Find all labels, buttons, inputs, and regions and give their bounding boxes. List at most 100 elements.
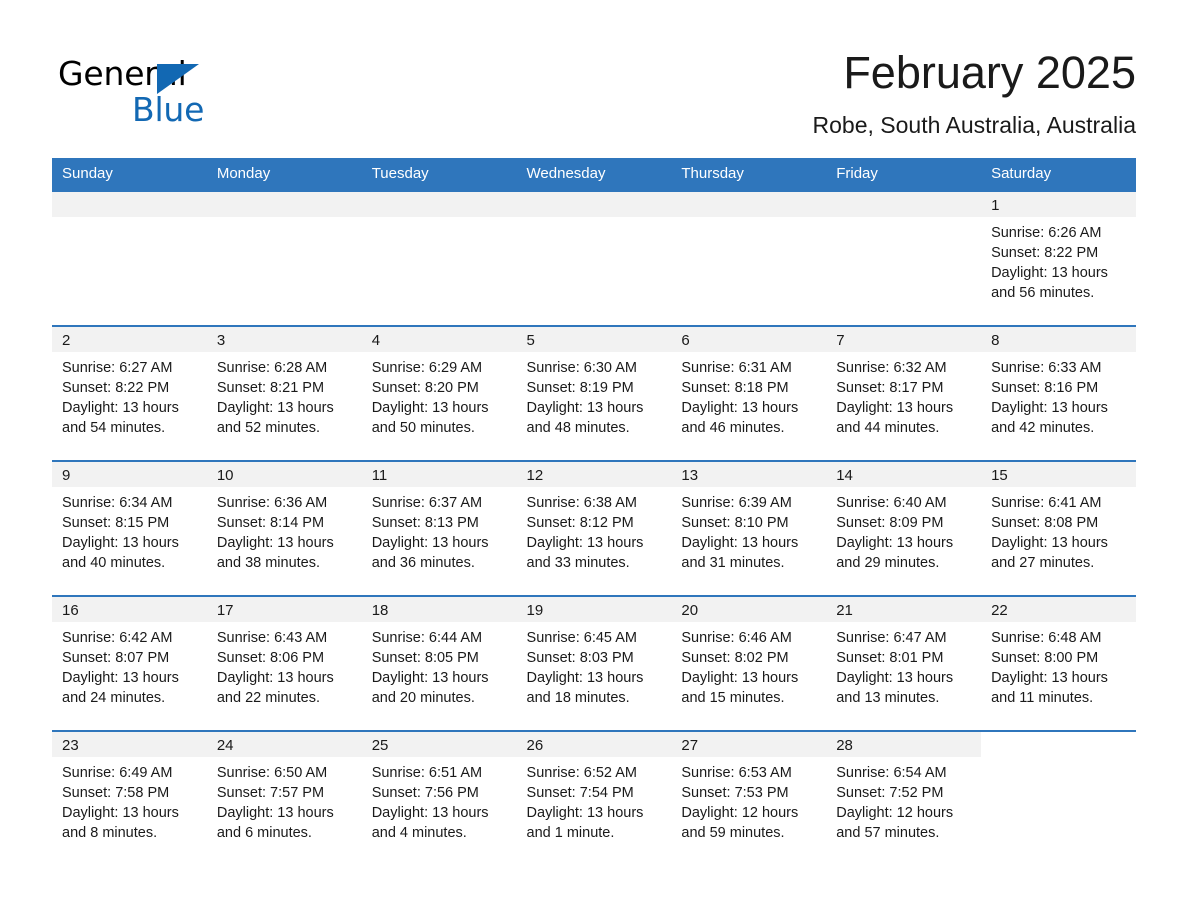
sunrise-time: Sunrise: 6:48 AM (991, 630, 1102, 646)
sunset-time: Sunset: 7:56 PM (371, 785, 479, 801)
calendar-day-cell-empty (52, 190, 207, 326)
day-number: 12 (516, 462, 672, 487)
daylight-duration-line1: Daylight: 13 hours (526, 400, 644, 416)
weekday-header-thursday: Thursday (671, 158, 827, 191)
day-cell-inner: 22 Sunrise: 6:48 AM Sunset: 8:00 PM Dayligh… (981, 597, 1136, 730)
daylight-duration-line1: Daylight: 13 hours (991, 400, 1108, 416)
sunrise-time: Sunrise: 6:30 AM (526, 360, 637, 376)
calendar-week-row: 23 Sunrise: 6:49 AM Sunset: 7:58 PM Dayligh… (52, 730, 1136, 866)
day-cell-inner: 9 Sunrise: 6:34 AM Sunset: 8:15 PM Daylight… (52, 462, 207, 595)
day-number: 14 (826, 462, 982, 487)
daylight-duration-line1: Daylight: 13 hours (991, 670, 1108, 686)
calendar-day-cell[interactable]: 18 Sunrise: 6:44 AM Sunset: 8:05 PM Dayligh… (361, 595, 517, 731)
calendar-day-cell[interactable]: 13 Sunrise: 6:39 AM Sunset: 8:10 PM Dayligh… (671, 460, 827, 596)
calendar-day-cell[interactable]: 20 Sunrise: 6:46 AM Sunset: 8:02 PM Dayligh… (671, 595, 827, 731)
daylight-duration-line2: and 44 minutes. (836, 420, 940, 436)
day-cell-inner: 25 Sunrise: 6:51 AM Sunset: 7:56 PM Dayligh… (361, 732, 517, 866)
daylight-duration-line1: Daylight: 13 hours (62, 670, 179, 686)
day-cell-inner: 2 Sunrise: 6:27 AM Sunset: 8:22 PM Daylight… (52, 327, 207, 460)
sunset-time: Sunset: 8:14 PM (216, 515, 325, 531)
sunrise-time: Sunrise: 6:32 AM (836, 360, 947, 376)
day-sun-info: Sunrise: 6:34 AM Sunset: 8:15 PM Daylight:… (52, 487, 207, 573)
daylight-duration-line1: Daylight: 12 hours (681, 805, 799, 821)
day-sun-info: Sunrise: 6:36 AM Sunset: 8:14 PM Daylight:… (207, 487, 362, 573)
day-cell-inner: 3 Sunrise: 6:28 AM Sunset: 8:21 PM Daylight… (206, 327, 362, 460)
calendar-day-cell[interactable]: 14 Sunrise: 6:40 AM Sunset: 8:09 PM Dayligh… (826, 460, 982, 596)
day-number: 15 (981, 462, 1136, 487)
calendar-day-cell[interactable]: 24 Sunrise: 6:50 AM Sunset: 7:57 PM Dayligh… (206, 730, 362, 866)
day-sun-info: Sunrise: 6:38 AM Sunset: 8:12 PM Daylight:… (517, 487, 672, 573)
daylight-duration-line1: Daylight: 13 hours (62, 535, 179, 551)
calendar-day-cell[interactable]: 10 Sunrise: 6:36 AM Sunset: 8:14 PM Dayligh… (206, 460, 362, 596)
day-cell-inner: 26 Sunrise: 6:52 AM Sunset: 7:54 PM Dayligh… (516, 732, 672, 866)
calendar-day-cell[interactable]: 26 Sunrise: 6:52 AM Sunset: 7:54 PM Dayligh… (516, 730, 672, 866)
day-number: 10 (206, 462, 362, 487)
day-cell-inner: 14 Sunrise: 6:40 AM Sunset: 8:09 PM Dayligh… (826, 462, 982, 595)
sunset-time: Sunset: 8:18 PM (681, 380, 789, 396)
day-sun-info: Sunrise: 6:50 AM Sunset: 7:57 PM Daylight:… (207, 757, 362, 843)
day-number: 1 (981, 192, 1136, 217)
sunset-time: Sunset: 8:22 PM (991, 245, 1099, 261)
daylight-duration-line1: Daylight: 13 hours (371, 535, 489, 551)
daylight-duration-line1: Daylight: 13 hours (991, 265, 1108, 281)
calendar-day-cell[interactable]: 12 Sunrise: 6:38 AM Sunset: 8:12 PM Dayligh… (516, 460, 672, 596)
calendar-day-cell[interactable]: 16 Sunrise: 6:42 AM Sunset: 8:07 PM Dayligh… (52, 595, 207, 731)
calendar-day-cell[interactable]: 8 Sunrise: 6:33 AM Sunset: 8:16 PM Daylight… (981, 325, 1136, 461)
sunrise-time: Sunrise: 6:26 AM (991, 225, 1102, 241)
calendar-day-cell[interactable]: 15 Sunrise: 6:41 AM Sunset: 8:08 PM Dayligh… (981, 460, 1136, 596)
sunrise-time: Sunrise: 6:47 AM (836, 630, 947, 646)
sunset-time: Sunset: 8:05 PM (371, 650, 479, 666)
calendar-day-cell[interactable]: 27 Sunrise: 6:53 AM Sunset: 7:53 PM Dayligh… (671, 730, 827, 866)
calendar-day-cell[interactable]: 17 Sunrise: 6:43 AM Sunset: 8:06 PM Dayligh… (206, 595, 362, 731)
day-number: 2 (52, 327, 207, 352)
calendar-day-cell[interactable]: 3 Sunrise: 6:28 AM Sunset: 8:21 PM Daylight… (206, 325, 362, 461)
calendar-day-cell[interactable]: 5 Sunrise: 6:30 AM Sunset: 8:19 PM Daylight… (516, 325, 672, 461)
weekday-header-friday: Friday (826, 158, 982, 191)
sunset-time: Sunset: 8:15 PM (62, 515, 170, 531)
day-sun-info: Sunrise: 6:28 AM Sunset: 8:21 PM Daylight:… (207, 352, 362, 438)
calendar-day-cell[interactable]: 19 Sunrise: 6:45 AM Sunset: 8:03 PM Dayligh… (516, 595, 672, 731)
sunrise-sunset-calendar: Sunday Monday Tuesday Wednesday Thursday Frid… (52, 158, 1136, 866)
day-number: 20 (671, 597, 827, 622)
calendar-day-cell[interactable]: 23 Sunrise: 6:49 AM Sunset: 7:58 PM Dayligh… (52, 730, 207, 866)
weekday-header-sunday: Sunday (52, 158, 207, 191)
day-sun-info: Sunrise: 6:40 AM Sunset: 8:09 PM Daylight:… (826, 487, 981, 573)
calendar-day-cell[interactable]: 4 Sunrise: 6:29 AM Sunset: 8:20 PM Daylight… (361, 325, 517, 461)
generalblue-logo[interactable]: General Blue (58, 54, 258, 129)
day-number: 24 (206, 732, 362, 757)
calendar-day-cell[interactable]: 28 Sunrise: 6:54 AM Sunset: 7:52 PM Dayligh… (826, 730, 982, 866)
calendar-day-cell-empty (671, 190, 827, 326)
calendar-week-row: 16 Sunrise: 6:42 AM Sunset: 8:07 PM Dayligh… (52, 595, 1136, 731)
day-sun-info: Sunrise: 6:42 AM Sunset: 8:07 PM Daylight:… (52, 622, 207, 708)
sunrise-time: Sunrise: 6:46 AM (681, 630, 792, 646)
calendar-day-cell[interactable]: 6 Sunrise: 6:31 AM Sunset: 8:18 PM Daylight… (671, 325, 827, 461)
calendar-day-cell[interactable]: 21 Sunrise: 6:47 AM Sunset: 8:01 PM Dayligh… (826, 595, 982, 731)
calendar-day-cell-empty (361, 190, 517, 326)
calendar-day-cell[interactable]: 9 Sunrise: 6:34 AM Sunset: 8:15 PM Daylight… (52, 460, 207, 596)
calendar-day-cell[interactable]: 25 Sunrise: 6:51 AM Sunset: 7:56 PM Dayligh… (361, 730, 517, 866)
day-sun-info: Sunrise: 6:27 AM Sunset: 8:22 PM Daylight:… (52, 352, 207, 438)
day-number: 17 (206, 597, 362, 622)
calendar-day-cell[interactable]: 1 Sunrise: 6:26 AM Sunset: 8:22 PM Daylight… (981, 190, 1136, 326)
calendar-day-cell[interactable]: 2 Sunrise: 6:27 AM Sunset: 8:22 PM Daylight… (52, 325, 207, 461)
sunrise-time: Sunrise: 6:51 AM (371, 765, 483, 781)
day-cell-inner (206, 192, 362, 325)
calendar-header-row: Sunday Monday Tuesday Wednesday Thursday Frid… (52, 158, 1136, 191)
day-sun-info: Sunrise: 6:52 AM Sunset: 7:54 PM Daylight:… (517, 757, 672, 843)
day-sun-info: Sunrise: 6:41 AM Sunset: 8:08 PM Daylight:… (981, 487, 1136, 573)
daylight-duration-line1: Daylight: 13 hours (62, 400, 179, 416)
daylight-duration-line1: Daylight: 13 hours (681, 535, 799, 551)
calendar-day-cell[interactable]: 11 Sunrise: 6:37 AM Sunset: 8:13 PM Dayligh… (361, 460, 517, 596)
daylight-duration-line1: Daylight: 13 hours (991, 535, 1108, 551)
sunset-time: Sunset: 8:17 PM (836, 380, 944, 396)
calendar-body: 1 Sunrise: 6:26 AM Sunset: 8:22 PM Daylight… (52, 190, 1136, 866)
day-cell-inner: 21 Sunrise: 6:47 AM Sunset: 8:01 PM Dayligh… (826, 597, 982, 730)
page-title: February 2025 (843, 47, 1136, 98)
calendar-day-cell[interactable]: 22 Sunrise: 6:48 AM Sunset: 8:00 PM Dayligh… (981, 595, 1136, 731)
day-number: 6 (671, 327, 827, 352)
day-sun-info: Sunrise: 6:47 AM Sunset: 8:01 PM Daylight:… (826, 622, 981, 708)
daylight-duration-line2: and 6 minutes. (216, 825, 312, 841)
day-sun-info: Sunrise: 6:46 AM Sunset: 8:02 PM Daylight:… (671, 622, 826, 708)
calendar-day-cell[interactable]: 7 Sunrise: 6:32 AM Sunset: 8:17 PM Daylight… (826, 325, 982, 461)
day-number: 5 (516, 327, 672, 352)
